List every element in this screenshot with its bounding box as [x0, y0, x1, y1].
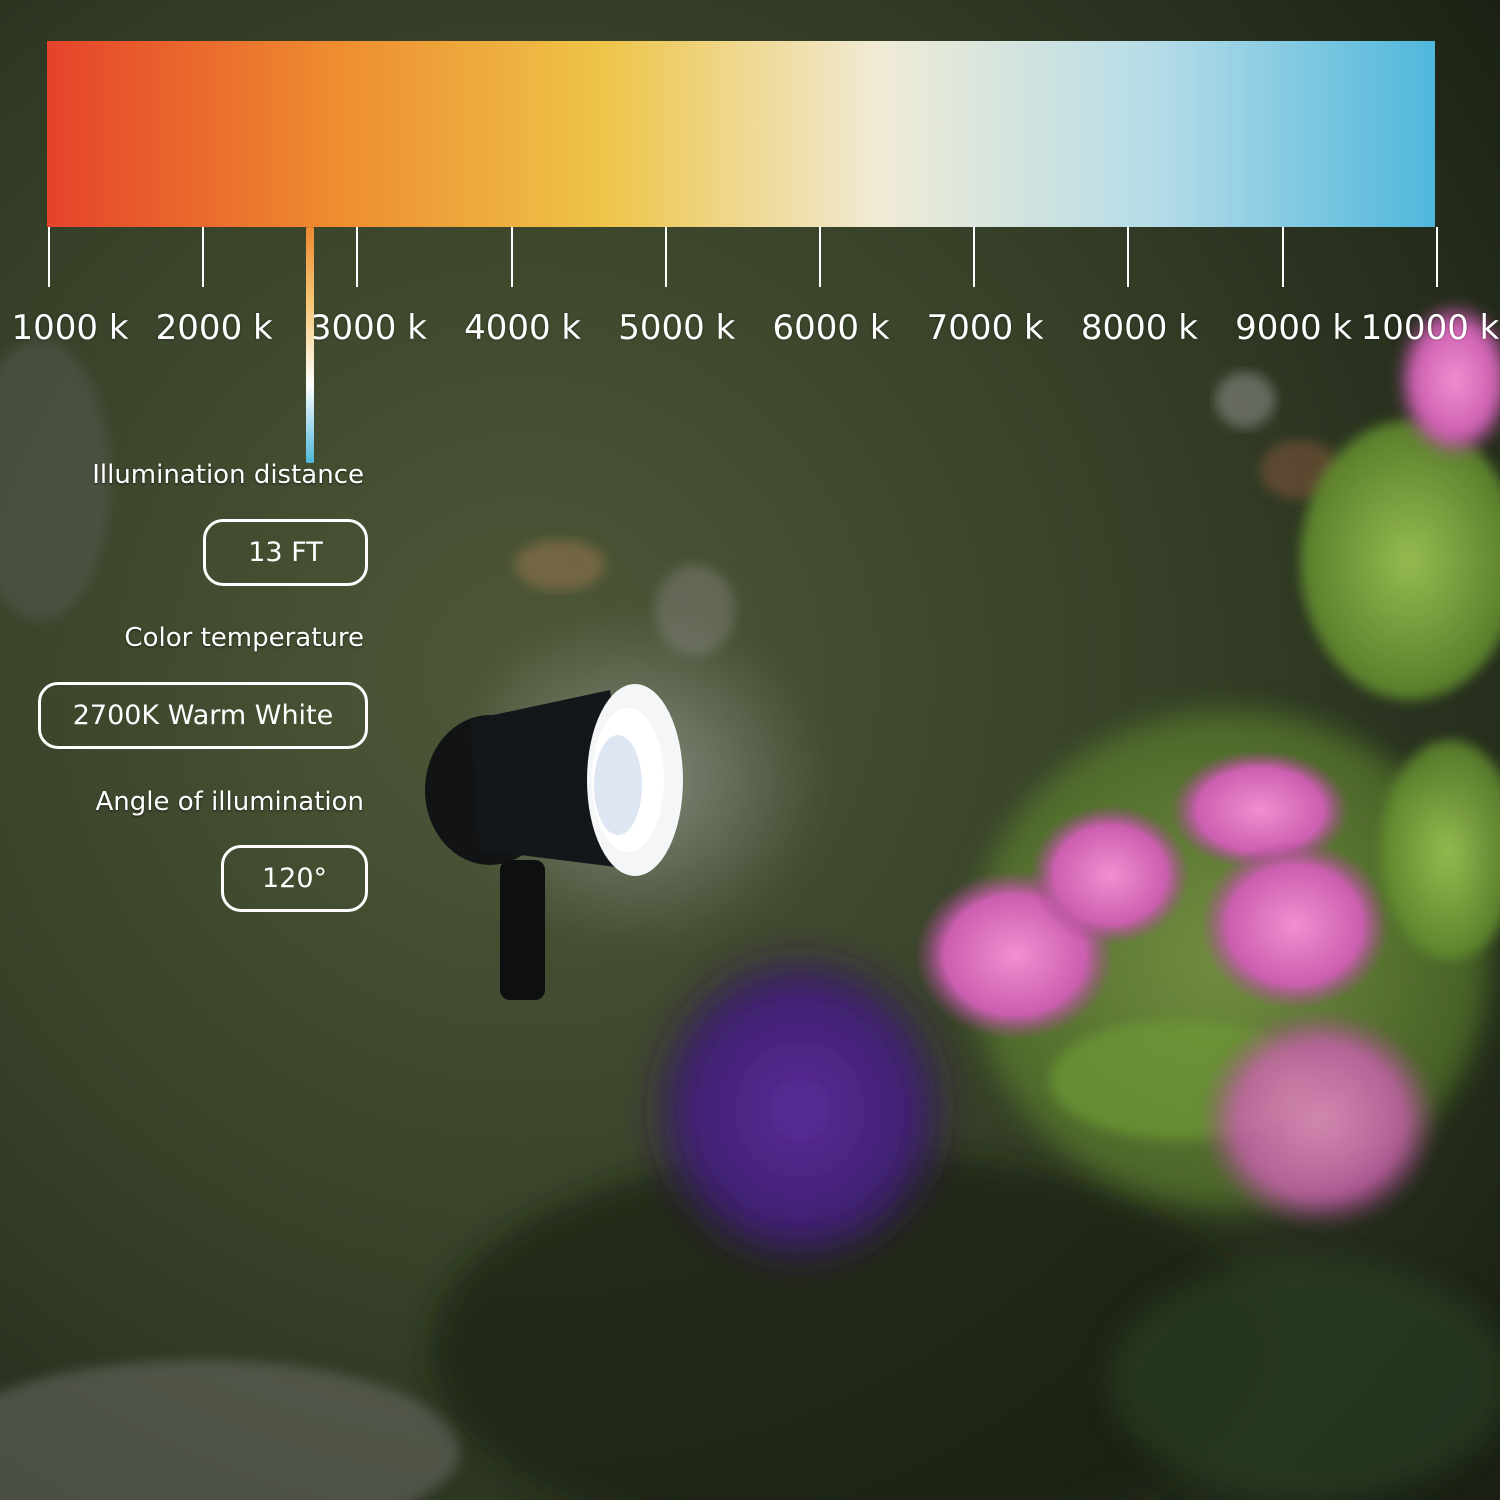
angle-of-illumination-value: 120° — [221, 845, 368, 912]
color-temperature-label: Color temperature — [124, 623, 364, 653]
angle-of-illumination-label: Angle of illumination — [95, 787, 365, 817]
scale-tick — [973, 227, 976, 287]
scale-tick-label: 10000 k — [1360, 308, 1500, 348]
scale-tick-label: 5000 k — [618, 308, 736, 348]
scale-tick-label: 2000 k — [155, 308, 273, 348]
color-temperature-gradient-bar — [47, 41, 1435, 227]
illumination-distance-label: Illumination distance — [92, 460, 364, 490]
color-temperature-value: 2700K Warm White — [38, 682, 368, 749]
selected-temperature-marker — [306, 227, 315, 463]
scale-tick-label: 1000 k — [11, 308, 129, 348]
scale-tick — [356, 227, 359, 287]
scale-tick — [1127, 227, 1130, 287]
scale-tick-label: 7000 k — [926, 308, 1044, 348]
scale-tick — [1281, 227, 1284, 287]
scale-tick — [48, 227, 50, 287]
scale-tick — [202, 227, 205, 287]
scale-tick-label: 8000 k — [1080, 308, 1198, 348]
info-overlay: 1000 k 2000 k 3000 k 4000 k 5000 k 6000 k 7000… — [0, 0, 1500, 1500]
scale-tick — [1435, 227, 1438, 287]
scale-tick-label: 4000 k — [464, 308, 582, 348]
scale-tick — [819, 227, 821, 287]
scale-tick — [664, 227, 667, 287]
scale-tick — [510, 227, 513, 287]
illumination-distance-value: 13 FT — [203, 519, 368, 586]
scale-tick-label: 9000 k — [1235, 308, 1353, 348]
scale-tick-label: 3000 k — [309, 308, 427, 348]
scale-tick-label: 6000 k — [772, 308, 890, 348]
